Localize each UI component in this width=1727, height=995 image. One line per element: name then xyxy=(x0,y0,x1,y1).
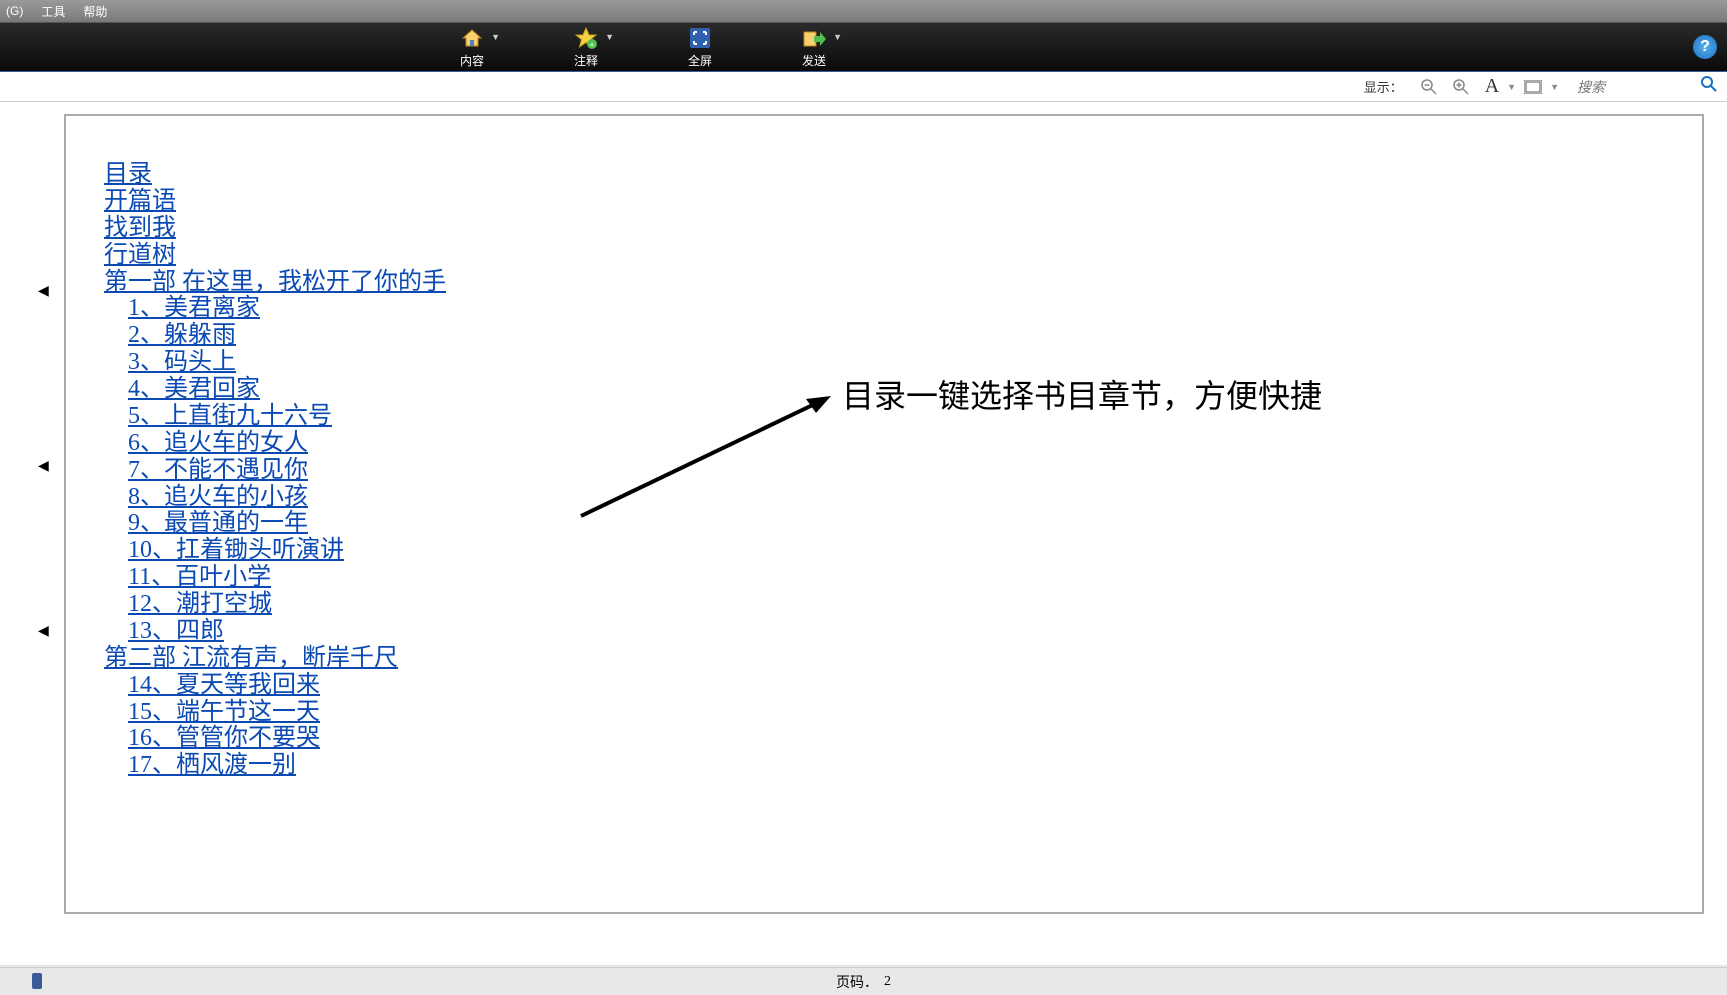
menubar: (G) 工具 帮助 xyxy=(0,0,1727,22)
nav-arrow-left[interactable]: ◀ xyxy=(38,622,49,639)
content-button[interactable]: 内容 ▼ xyxy=(460,26,484,69)
home-icon xyxy=(460,26,484,50)
display-label: 显示： xyxy=(1364,77,1403,96)
toc-link[interactable]: 目录 xyxy=(104,161,1664,188)
search-icon[interactable] xyxy=(1701,76,1717,97)
toc-link[interactable]: 行道树 xyxy=(104,242,1664,269)
toc-link[interactable]: 7、不能不遇见你 xyxy=(128,457,1664,484)
annotate-button[interactable]: + 注释 ▼ xyxy=(574,26,598,69)
star-icon: + xyxy=(574,26,598,50)
nav-arrow-left[interactable]: ◀ xyxy=(38,282,49,299)
toc-link[interactable]: 12、潮打空城 xyxy=(128,591,1664,618)
send-label: 发送 xyxy=(802,52,826,69)
toc-link[interactable]: 8、追火车的小孩 xyxy=(128,484,1664,511)
chevron-down-icon: ▼ xyxy=(1550,82,1559,92)
page: 目录 开篇语 找到我 行道树 第一部 在这里，我松开了你的手 1、美君离家 2、… xyxy=(64,114,1704,914)
toc-link[interactable]: 开篇语 xyxy=(104,188,1664,215)
content-area: ◀ ◀ ◀ 目录 开篇语 找到我 行道树 第一部 在这里，我松开了你的手 1、美… xyxy=(0,102,1727,965)
left-gutter: ◀ ◀ ◀ xyxy=(0,102,52,965)
toc-link[interactable]: 6、追火车的女人 xyxy=(128,430,1664,457)
annotation-arrow-icon xyxy=(576,391,836,521)
chevron-down-icon: ▼ xyxy=(833,32,842,42)
toc-link[interactable]: 10、扛着锄头听演讲 xyxy=(128,537,1664,564)
svg-text:+: + xyxy=(589,40,594,50)
toc-part1[interactable]: 第一部 在这里，我松开了你的手 xyxy=(104,269,1664,296)
toc-link[interactable]: 1、美君离家 xyxy=(128,295,1664,322)
chevron-down-icon: ▼ xyxy=(605,32,614,42)
layout-button[interactable] xyxy=(1524,80,1542,94)
statusbar: 页码． 2 xyxy=(0,967,1727,995)
toc-link[interactable]: 15、端午节这一天 xyxy=(128,699,1664,726)
annotate-label: 注释 xyxy=(574,52,598,69)
toc-link[interactable]: 16、管管你不要哭 xyxy=(128,725,1664,752)
help-icon[interactable]: ? xyxy=(1693,35,1717,59)
toc-link[interactable]: 9、最普通的一年 xyxy=(128,510,1664,537)
toc-link[interactable]: 找到我 xyxy=(104,215,1664,242)
search-input[interactable] xyxy=(1577,79,1697,95)
zoom-in-icon[interactable] xyxy=(1453,79,1469,95)
annotation-text: 目录一键选择书目章节，方便快捷 xyxy=(842,371,1322,417)
font-size-button[interactable]: A xyxy=(1485,75,1499,98)
page-number: 2 xyxy=(884,974,891,990)
toc-part2[interactable]: 第二部 江流有声，断岸千尺 xyxy=(104,645,1664,672)
content-label: 内容 xyxy=(460,52,484,69)
send-button[interactable]: 发送 ▼ xyxy=(802,26,826,69)
toc-link[interactable]: 11、百叶小学 xyxy=(128,564,1664,591)
menu-g[interactable]: (G) xyxy=(6,4,23,18)
toc-link[interactable]: 17、栖风渡一别 xyxy=(128,752,1664,779)
zoom-out-icon[interactable] xyxy=(1421,79,1437,95)
status-indicator xyxy=(32,973,42,989)
toc-link[interactable]: 13、四郎 xyxy=(128,618,1664,645)
page-label: 页码． xyxy=(836,972,878,992)
fullscreen-button[interactable]: 全屏 xyxy=(688,26,712,69)
toc-link[interactable]: 14、夏天等我回来 xyxy=(128,672,1664,699)
chevron-down-icon: ▼ xyxy=(1507,82,1516,92)
menu-tools[interactable]: 工具 xyxy=(41,3,65,20)
toolbar: 内容 ▼ + 注释 ▼ 全屏 发送 ▼ ? xyxy=(0,22,1727,72)
fullscreen-label: 全屏 xyxy=(688,52,712,69)
controls-bar: 显示： A ▼ ▼ xyxy=(0,72,1727,102)
menu-help[interactable]: 帮助 xyxy=(83,3,107,20)
send-icon xyxy=(802,26,826,50)
nav-arrow-left[interactable]: ◀ xyxy=(38,457,49,474)
toc-link[interactable]: 2、躲躲雨 xyxy=(128,322,1664,349)
fullscreen-icon xyxy=(688,26,712,50)
chevron-down-icon: ▼ xyxy=(491,32,500,42)
